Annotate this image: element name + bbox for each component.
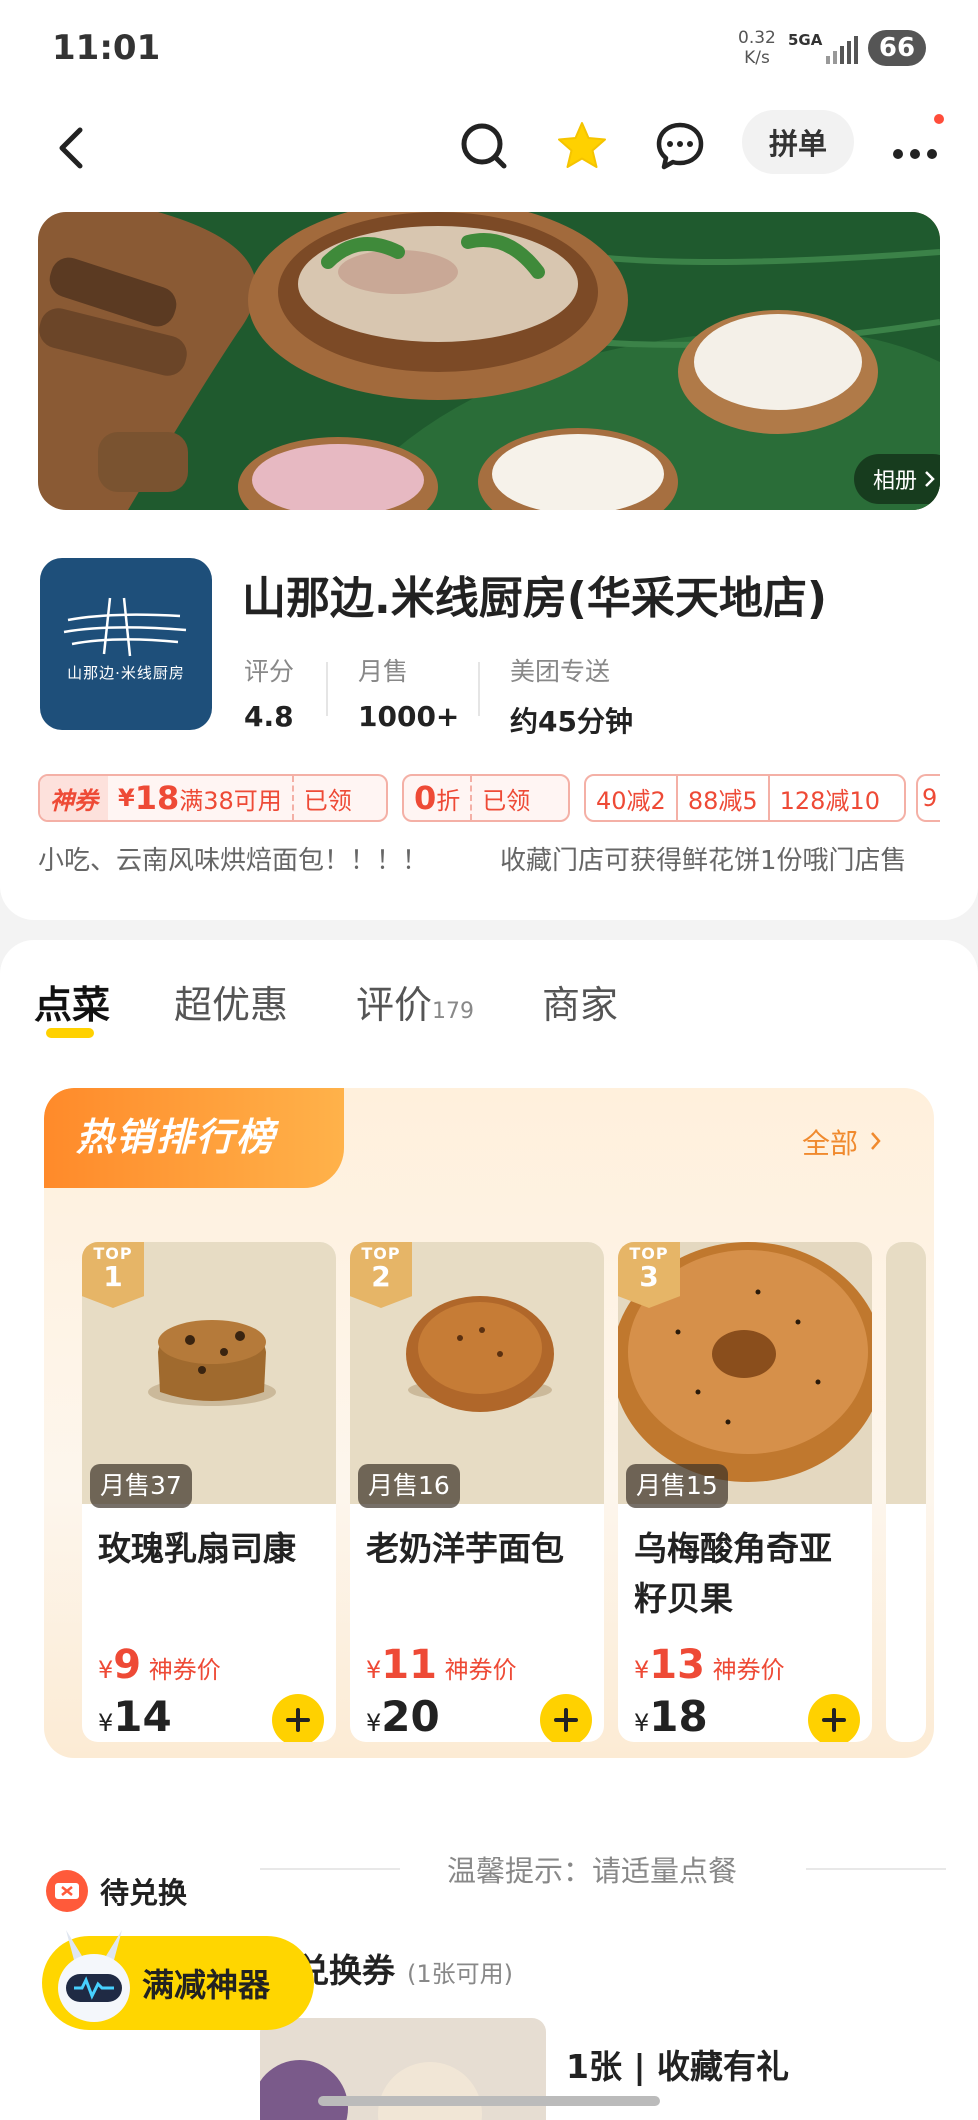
ticket-icon <box>46 1870 88 1912</box>
ranking-all-link[interactable]: 全部 <box>802 1122 885 1162</box>
divider <box>326 662 328 716</box>
plus-icon <box>554 1708 578 1732</box>
battery-icon: 66 <box>868 30 926 66</box>
network-speed: 0.32 K/s <box>738 28 776 68</box>
logo-text: 山那边·米线厨房 <box>67 664 185 682</box>
god-price: ¥13 神券价 <box>634 1642 785 1688</box>
god-coupon-status: 已领 <box>291 776 362 820</box>
stat-monthly-sales: 月售 1000+ <box>358 657 460 733</box>
discount-status: 已领 <box>470 776 540 820</box>
voucher-section-title: 兑换券 (1张可用) <box>296 1951 513 1990</box>
store-card: 相册 山那边·米线厨房 山那边.米线厨房(华采天地店) 评分 4.8 月售 10… <box>0 200 978 920</box>
discount-value: 0 折 <box>414 779 461 817</box>
add-to-cart-button[interactable] <box>272 1694 324 1742</box>
robot-icon <box>58 1930 130 2022</box>
stat-delivery: 美团专送 约45分钟 <box>510 657 633 738</box>
divider <box>478 662 480 716</box>
favorite-button[interactable] <box>550 114 614 178</box>
noodle-logo-icon <box>63 597 187 657</box>
product-card[interactable]: TOP 1 月售37 玫瑰乳扇司康 ¥9 神券价 ¥14 <box>82 1242 336 1742</box>
chevron-right-icon <box>870 1132 881 1150</box>
ranking-title: 热销排行榜 <box>76 1115 277 1159</box>
network-type: 5GA <box>788 31 823 49</box>
album-button[interactable]: 相册 <box>854 454 940 504</box>
monthly-sold: 月售16 <box>358 1464 460 1508</box>
tab-active-indicator <box>46 1028 94 1038</box>
god-price: ¥9 神券价 <box>98 1642 221 1688</box>
tip-text: 温馨提示：请适量点餐 <box>447 1854 738 1888</box>
god-coupon[interactable]: 神券 ¥ 18 满38可用 已领 <box>38 774 388 822</box>
reduction-2: 88减5 <box>675 776 768 820</box>
stat-rating: 评分 4.8 <box>244 657 295 733</box>
pending-redeem[interactable]: 待兑换 <box>46 1870 187 1912</box>
price: ¥20 <box>366 1692 440 1741</box>
rank-badge: TOP 3 <box>618 1242 680 1308</box>
star-icon <box>558 122 606 168</box>
chat-icon <box>656 122 704 170</box>
divider <box>260 1868 400 1870</box>
price: ¥14 <box>98 1692 172 1741</box>
favorite-promo: 收藏门店可获得鲜花饼1份哦门店售 <box>500 846 907 876</box>
god-coupon-value: ¥ 18 满38可用 <box>118 779 282 817</box>
group-order-button[interactable]: 拼单 <box>742 110 854 174</box>
status-bar: 11:01 0.32 K/s 5GA 66 <box>0 0 978 100</box>
more-coupons[interactable]: 9 <box>916 774 940 822</box>
product-image <box>886 1242 926 1504</box>
home-indicator[interactable] <box>318 2096 660 2106</box>
chevron-right-icon <box>925 471 935 487</box>
reduction-3: 128减10 <box>767 776 890 820</box>
price: ¥18 <box>634 1692 708 1741</box>
back-button[interactable] <box>44 118 104 178</box>
store-logo: 山那边·米线厨房 <box>40 558 212 730</box>
tab-merchant[interactable]: 商家 <box>542 974 618 1029</box>
tab-order[interactable]: 点菜 <box>34 974 110 1029</box>
add-to-cart-button[interactable] <box>540 1694 592 1742</box>
review-count: 179 <box>432 999 475 1024</box>
divider <box>806 1868 946 1870</box>
discount-coupon[interactable]: 0 折 已领 <box>402 774 570 822</box>
voucher-info: 1张 | 收藏有礼 <box>566 2047 789 2086</box>
product-card-partial[interactable] <box>886 1242 926 1742</box>
monthly-sold: 月售37 <box>90 1464 192 1508</box>
god-price: ¥11 神券价 <box>366 1642 517 1688</box>
product-card[interactable]: TOP 2 月售16 老奶洋芋面包 ¥11 神券价 ¥20 <box>350 1242 604 1742</box>
store-banner[interactable]: 相册 <box>38 212 940 510</box>
product-card[interactable]: TOP 3 月售15 乌梅酸角奇亚籽贝果 ¥13 神券价 ¥18 <box>618 1242 872 1742</box>
message-button[interactable] <box>648 114 712 178</box>
plus-icon <box>822 1708 846 1732</box>
tab-reviews[interactable]: 评价179 <box>356 974 474 1029</box>
hot-ranking: 热销排行榜 全部 TOP 1 月售37 玫瑰乳扇司康 ¥9 神券价 ¥14 TO… <box>44 1088 934 1758</box>
store-notice: 小吃、云南风味烘焙面包！！！！ <box>38 846 429 876</box>
chevron-left-icon <box>59 127 83 169</box>
banner-image <box>38 212 940 510</box>
reduction-1: 40减2 <box>596 786 666 815</box>
status-time: 11:01 <box>52 28 161 68</box>
monthly-sold: 月售15 <box>626 1464 728 1508</box>
top-nav: 拼单 <box>0 100 978 210</box>
search-icon <box>461 123 507 169</box>
rank-badge: TOP 2 <box>350 1242 412 1308</box>
search-button[interactable] <box>452 114 516 178</box>
add-to-cart-button[interactable] <box>808 1694 860 1742</box>
product-name: 老奶洋芋面包 <box>366 1529 564 1568</box>
rank-badge: TOP 1 <box>82 1242 144 1308</box>
signal-icon <box>826 36 858 64</box>
plus-icon <box>286 1708 310 1732</box>
store-name: 山那边.米线厨房(华采天地店) <box>242 573 827 624</box>
product-name: 玫瑰乳扇司康 <box>98 1529 296 1568</box>
product-name: 乌梅酸角奇亚籽贝果 <box>634 1529 832 1618</box>
god-coupon-tag: 神券 <box>40 776 108 820</box>
tab-deals[interactable]: 超优惠 <box>174 974 288 1029</box>
reduction-coupons[interactable]: 40减2 88减5 128减10 <box>584 774 906 822</box>
notification-dot <box>934 114 944 124</box>
